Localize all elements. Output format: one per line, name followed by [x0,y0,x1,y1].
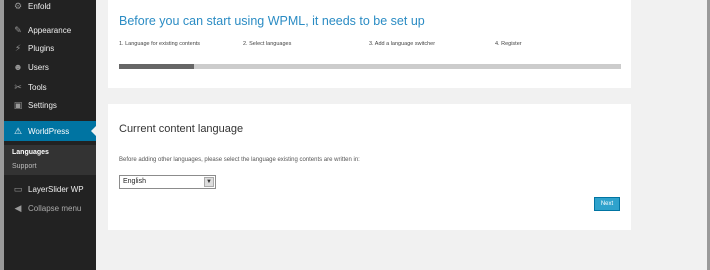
user-icon: ☻ [13,62,23,72]
language-select[interactable]: English ▼ [119,175,216,189]
sidebar-item-label: Plugins [28,43,55,53]
wizard-step-2: 2. Select languages [243,41,292,47]
sidebar-item-appearance[interactable]: ✎ Appearance [4,21,96,39]
sidebar-item-enfold[interactable]: ⚙ Enfold [4,0,96,15]
current-menu-arrow [91,126,96,136]
submenu-item-support[interactable]: Support [12,163,37,170]
admin-sidebar: ⚙ Enfold ✎ Appearance ⚡ Plugins ☻ Users … [4,0,96,270]
wizard-progress-bar [119,64,621,69]
submenu-item-languages[interactable]: Languages [12,149,49,156]
collapse-menu-button[interactable]: ◀ Collapse menu [4,199,96,217]
content-language-card: Current content language Before adding o… [108,104,631,230]
sidebar-item-layerslider[interactable]: ▭ LayerSlider WP [4,180,96,198]
wizard-step-4: 4. Register [495,41,522,47]
section-heading: Current content language [119,123,244,135]
sidebar-item-label: WorldPress [28,126,70,136]
sidebar-item-tools[interactable]: ✂ Tools [4,78,96,96]
sidebar-item-label: Appearance [28,25,72,35]
brush-icon: ✎ [14,24,22,35]
collapse-icon: ◀ [14,202,22,213]
sidebar-item-label: LayerSlider WP [28,184,84,194]
wpml-icon: ⚠ [13,125,23,136]
sidebar-item-label: Collapse menu [28,203,82,213]
wizard-progress-fill [119,64,195,69]
wizard-step-3: 3. Add a language switcher [369,41,436,47]
next-button[interactable]: Next [594,197,620,211]
sidebar-item-worldpress[interactable]: ⚠ WorldPress [4,121,96,141]
sidebar-item-plugins[interactable]: ⚡ Plugins [4,39,96,57]
instruction-text: Before adding other languages, please se… [119,157,360,163]
sidebar-item-users[interactable]: ☻ Users [4,58,96,76]
plug-icon: ⚡ [14,42,22,53]
sidebar-item-settings[interactable]: ▣ Settings [4,96,96,114]
wpml-submenu: Languages Support [4,145,96,175]
sidebar-item-label: Tools [28,82,47,92]
wrench-icon: ✂ [14,81,22,92]
chevron-down-icon[interactable]: ▼ [204,177,214,187]
setup-title: Before you can start using WPML, it need… [119,14,425,28]
settings-icon: ▣ [13,99,23,110]
layers-icon: ▭ [13,183,23,194]
sidebar-item-label: Enfold [28,1,51,11]
sidebar-item-label: Settings [28,100,57,110]
wizard-step-1: 1. Language for existing contents [119,41,201,47]
language-select-value: English [123,178,146,185]
setup-wizard-card: Before you can start using WPML, it need… [108,0,631,88]
gear-icon: ⚙ [13,0,23,11]
sidebar-item-label: Users [28,62,49,72]
